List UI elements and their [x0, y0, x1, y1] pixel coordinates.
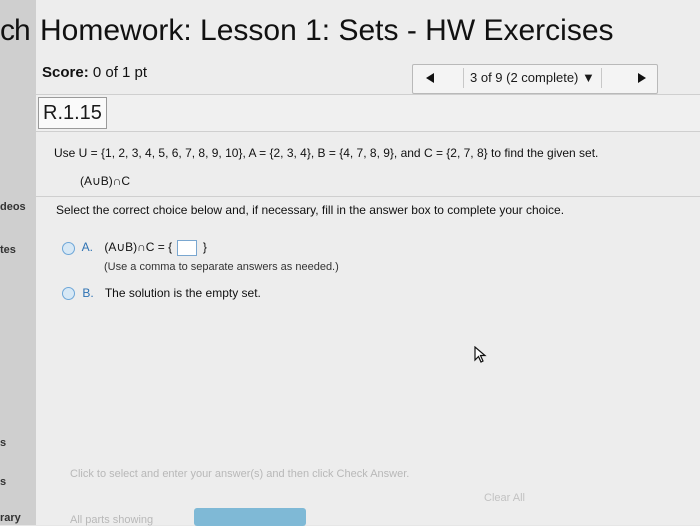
- choice-b-text: The solution is the empty set.: [104, 286, 261, 300]
- choice-a-text-after: }: [202, 240, 207, 255]
- choice-b-letter: B.: [82, 286, 94, 300]
- next-question-button[interactable]: [631, 69, 653, 89]
- sidebar-item-4[interactable]: s: [0, 476, 6, 488]
- instruction-text: Select the correct choice below and, if …: [56, 203, 565, 217]
- choice-a-letter: A.: [81, 240, 94, 255]
- question-id: R.1.15: [38, 97, 107, 129]
- question-navigator: 3 of 9 (2 complete) ▼: [412, 64, 658, 94]
- choice-b-radio[interactable]: [62, 287, 75, 301]
- choice-a-radio[interactable]: [62, 241, 75, 255]
- footer-instruction: Click to select and enter your answer(s)…: [70, 468, 410, 480]
- question-id-bar: R.1.15: [36, 94, 700, 132]
- check-answer-button[interactable]: [194, 508, 306, 526]
- page-title: Homework: Lesson 1: Sets - HW Exercises: [40, 14, 614, 47]
- sidebar-item-videos[interactable]: deos: [0, 201, 26, 213]
- choice-a-text-before: (A∪B)∩C = {: [104, 240, 173, 255]
- main-panel: Homework: Lesson 1: Sets - HW Exercises …: [36, 0, 700, 526]
- score-value: 0 of 1 pt: [92, 64, 148, 81]
- sidebar-item-notes[interactable]: tes: [0, 244, 16, 256]
- mouse-pointer-icon: [474, 346, 487, 363]
- choice-a[interactable]: A. (A∪B)∩C = { }: [62, 240, 207, 256]
- question-expression: (A∪B)∩C: [80, 174, 131, 188]
- right-triangle-icon: [638, 73, 646, 83]
- left-triangle-icon: [426, 73, 434, 83]
- divider: [36, 196, 700, 197]
- sidebar-item-3[interactable]: s: [0, 437, 6, 449]
- answer-input-box[interactable]: [177, 240, 198, 256]
- left-sidebar: ch deos tes s s rary: [0, 0, 37, 525]
- score-display: Score: 0 of 1 pt: [42, 64, 147, 81]
- clear-all-button[interactable]: Clear All: [484, 492, 525, 504]
- question-prompt: Use U = {1, 2, 3, 4, 5, 6, 7, 8, 9, 10},…: [54, 146, 599, 160]
- question-counter-dropdown[interactable]: 3 of 9 (2 complete) ▼: [463, 68, 602, 88]
- parts-showing-label: All parts showing: [70, 514, 154, 526]
- score-label: Score:: [42, 64, 89, 81]
- sidebar-item-library[interactable]: rary: [0, 512, 21, 524]
- choice-b[interactable]: B. The solution is the empty set.: [62, 286, 261, 301]
- previous-question-button[interactable]: [419, 69, 441, 89]
- sidebar-brand-fragment: ch: [0, 14, 31, 47]
- choice-a-hint: (Use a comma to separate answers as need…: [104, 261, 339, 273]
